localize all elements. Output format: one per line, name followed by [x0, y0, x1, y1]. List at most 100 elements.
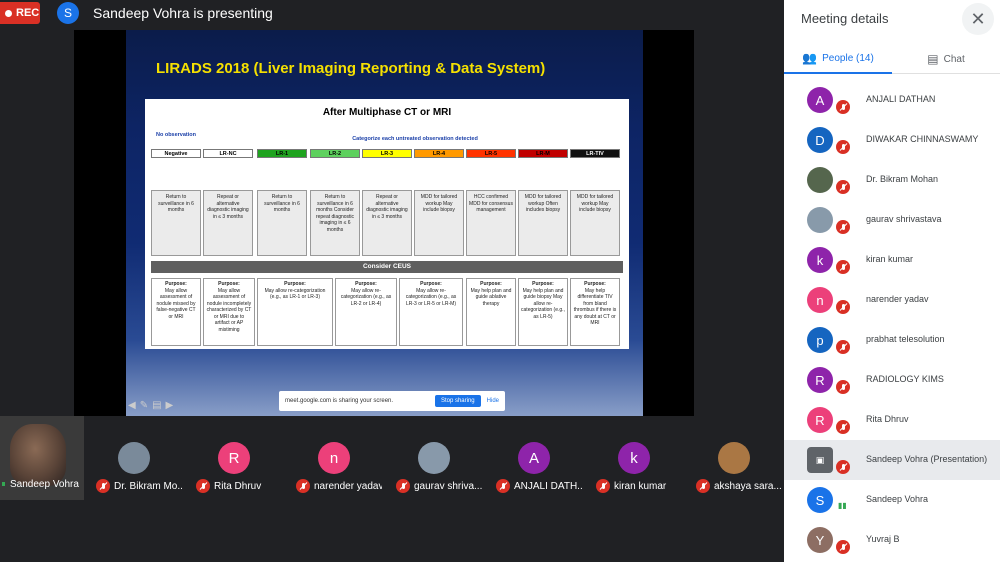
pen-icon[interactable]: ✎: [140, 400, 148, 411]
participant-name: akshaya sara...: [696, 479, 782, 493]
mic-off-icon: [836, 300, 850, 314]
person-avatar: [807, 167, 833, 193]
tab-people[interactable]: 👥 People (14): [784, 44, 892, 74]
people-row[interactable]: gaurav shrivastava: [784, 200, 1000, 240]
action-box: MDD for tailored workup May include biop…: [570, 190, 620, 256]
participant-avatar: A: [518, 442, 550, 474]
person-name: prabhat telesolution: [866, 334, 945, 344]
person-name: Yuvraj B: [866, 534, 900, 544]
arrow-left-icon[interactable]: ◀: [128, 400, 136, 411]
people-row[interactable]: A ANJALI DATHAN: [784, 80, 1000, 120]
person-avatar: Y: [807, 527, 833, 553]
arrow-right-icon[interactable]: ▶: [166, 400, 174, 411]
participant-name: Dr. Bikram Mo...: [96, 479, 182, 493]
person-avatar: D: [807, 127, 833, 153]
purpose-text: May allow assessment of nodule missed by…: [156, 287, 196, 320]
mic-off-icon: [696, 479, 710, 493]
participant-avatar: R: [218, 442, 250, 474]
participant-name-text: narender yadav: [314, 480, 382, 492]
mic-off-icon: [836, 380, 850, 394]
mic-off-icon: [836, 340, 850, 354]
participant-tile[interactable]: akshaya sara...: [684, 416, 784, 500]
no-observation-label: No observation: [155, 132, 197, 138]
sharing-message: meet.google.com is sharing your screen.: [285, 398, 394, 404]
person-name: Dr. Bikram Mohan: [866, 174, 939, 184]
slide-nav: ◀ ✎ ▤ ▶: [128, 400, 173, 411]
participant-name-text: Rita Dhruv: [214, 480, 262, 492]
people-row[interactable]: k kiran kumar: [784, 240, 1000, 280]
tab-chat[interactable]: ▤ Chat: [892, 44, 1000, 74]
tab-people-label: People (14): [822, 52, 874, 64]
mic-off-icon: [196, 479, 210, 493]
people-row[interactable]: D DIWAKAR CHINNASWAMY: [784, 120, 1000, 160]
people-row[interactable]: R RADIOLOGY KIMS: [784, 360, 1000, 400]
participant-name: narender yadav: [296, 479, 382, 493]
close-icon: ✕: [970, 8, 986, 29]
participant-avatar: k: [618, 442, 650, 474]
participant-avatar: n: [318, 442, 350, 474]
participant-name: ANJALI DATH...: [496, 479, 582, 493]
participant-tile[interactable]: Dr. Bikram Mo...: [84, 416, 184, 500]
purpose-row: Purpose: May allow assessment of nodule m…: [151, 278, 623, 346]
participant-name-text: kiran kumar: [614, 480, 667, 492]
people-row[interactable]: S ▮▮ Sandeep Vohra: [784, 480, 1000, 520]
participant-name: kiran kumar: [596, 479, 682, 493]
person-name: RADIOLOGY KIMS: [866, 374, 944, 384]
category-lr-m: LR-M: [518, 149, 568, 158]
participant-name-text: gaurav shriva...: [414, 480, 482, 492]
participant-name-text: ANJALI DATH...: [514, 480, 582, 492]
person-avatar: n: [807, 287, 833, 313]
person-avatar: k: [807, 247, 833, 273]
tab-chat-label: Chat: [943, 53, 965, 65]
self-name: Sandeep Vohra: [10, 479, 79, 490]
mic-off-icon: [836, 260, 850, 274]
participant-tile[interactable]: k kiran kumar: [584, 416, 684, 500]
participant-avatar: [718, 442, 750, 474]
purpose-text: May allow re-categorization (e.g., as LR…: [264, 287, 326, 301]
participant-tile[interactable]: A ANJALI DATH...: [484, 416, 584, 500]
purpose-box: Purpose: May allow re-categorization (e.g…: [257, 278, 333, 346]
category-lr-2: LR-2: [310, 149, 360, 158]
action-box: Return to surveillance in 6 months Consi…: [310, 190, 360, 256]
people-row[interactable]: Dr. Bikram Mohan: [784, 160, 1000, 200]
category-lr-5: LR-5: [466, 149, 516, 158]
category-lr-nc: LR-NC: [203, 149, 253, 158]
recording-badge: REC: [0, 2, 40, 24]
people-row[interactable]: Y Yuvraj B: [784, 520, 1000, 560]
people-row[interactable]: p prabhat telesolution: [784, 320, 1000, 360]
participant-tile[interactable]: gaurav shriva...: [384, 416, 484, 500]
person-avatar: A: [807, 87, 833, 113]
purpose-text: May help differentiate TIV from bland th…: [573, 287, 617, 327]
person-avatar: R: [807, 407, 833, 433]
people-row[interactable]: n narender yadav: [784, 280, 1000, 320]
action-box: MDD for tailored workup Often includes b…: [518, 190, 568, 256]
action-box: Repeat or alternative diagnostic imaging…: [362, 190, 412, 256]
chat-icon: ▤: [927, 52, 939, 66]
mic-off-icon: [836, 220, 850, 234]
participant-tile[interactable]: n narender yadav: [284, 416, 384, 500]
hide-button[interactable]: Hide: [487, 398, 499, 404]
action-row: Return to surveillance in 6 months Repeat…: [151, 190, 623, 256]
stop-sharing-button[interactable]: Stop sharing: [434, 395, 481, 407]
participant-name-text: akshaya sara...: [714, 480, 782, 492]
mic-off-icon: [296, 479, 310, 493]
purpose-text: May allow re-categorization (e.g., as LR…: [340, 287, 392, 307]
slides-icon[interactable]: ▤: [152, 400, 161, 411]
category-lr-tiv: LR-TIV: [570, 149, 620, 158]
participant-tile[interactable]: R Rita Dhruv: [184, 416, 284, 500]
mic-off-icon: [836, 180, 850, 194]
person-name: gaurav shrivastava: [866, 214, 942, 224]
speaking-indicator-icon: ▮▮: [838, 501, 847, 510]
person-avatar: R: [807, 367, 833, 393]
participant-name: Rita Dhruv: [196, 479, 282, 493]
people-row[interactable]: ▣ Sandeep Vohra (Presentation): [784, 440, 1000, 480]
close-button[interactable]: ✕: [962, 3, 994, 35]
self-video-tile[interactable]: Sandeep Vohra: [0, 416, 84, 500]
people-row[interactable]: R Rita Dhruv: [784, 400, 1000, 440]
categorize-label: Categorize each untreated observation de…: [352, 136, 478, 142]
bottom-bar: [0, 502, 784, 562]
mic-off-icon: [96, 479, 110, 493]
ceus-bar: Consider CEUS: [151, 261, 623, 273]
mic-off-icon: [836, 540, 850, 554]
person-name: narender yadav: [866, 294, 929, 304]
